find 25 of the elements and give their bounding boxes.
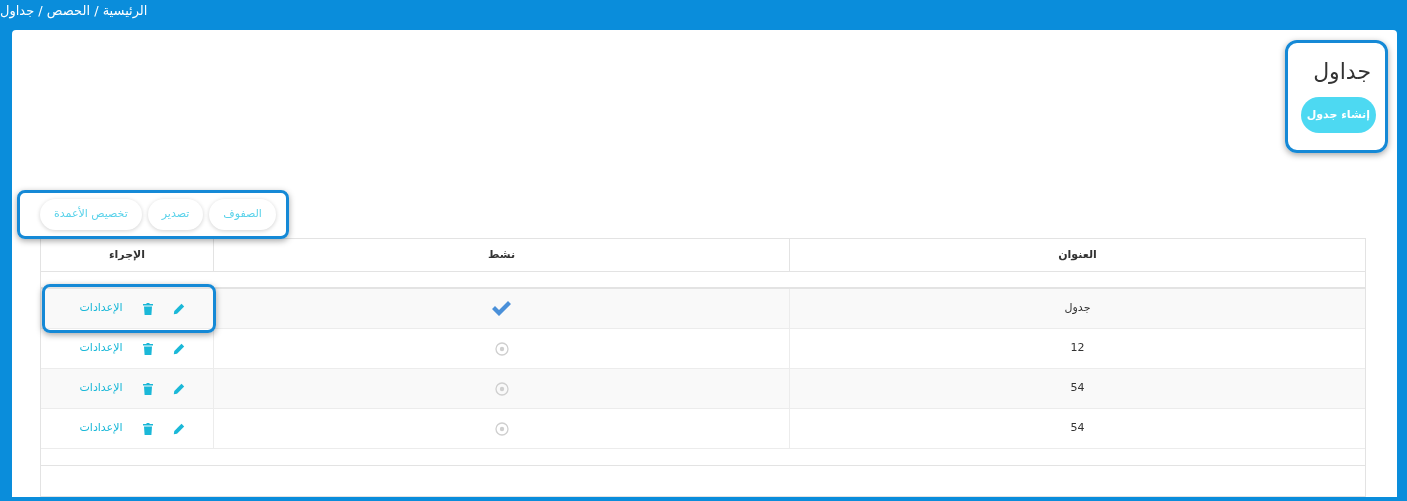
pencil-icon[interactable] xyxy=(172,422,185,435)
trash-icon[interactable] xyxy=(142,382,153,395)
pencil-icon[interactable] xyxy=(172,342,185,355)
trash-icon[interactable] xyxy=(142,422,153,435)
table-cell: جدول xyxy=(1064,300,1091,317)
table-cell: 12 xyxy=(1070,340,1085,357)
toolbar-button[interactable]: تخصيص الأعمدة xyxy=(40,199,142,230)
settings-link[interactable]: الإعدادات xyxy=(79,420,123,437)
toolbar-button[interactable]: تصدير xyxy=(147,199,204,230)
settings-link[interactable]: الإعدادات xyxy=(79,380,123,397)
trash-icon[interactable] xyxy=(142,302,153,315)
trash-icon[interactable] xyxy=(142,342,153,355)
column-header: الإجراء xyxy=(108,246,146,263)
settings-link[interactable]: الإعدادات xyxy=(79,340,123,357)
table-cell: 54 xyxy=(1070,420,1085,437)
page-title: جداول xyxy=(1313,58,1371,86)
settings-link[interactable]: الإعدادات xyxy=(79,300,123,317)
breadcrumb: الرئيسية / الحصص / جداول xyxy=(0,2,148,21)
create-table-button[interactable]: إنشاء جدول xyxy=(1300,97,1376,133)
pencil-icon[interactable] xyxy=(172,302,185,315)
toolbar-button[interactable]: الصفوف xyxy=(209,199,276,230)
column-header: نشط xyxy=(487,246,516,263)
column-header: العنوان xyxy=(1058,246,1097,263)
table-cell: 54 xyxy=(1070,380,1085,397)
pencil-icon[interactable] xyxy=(172,382,185,395)
